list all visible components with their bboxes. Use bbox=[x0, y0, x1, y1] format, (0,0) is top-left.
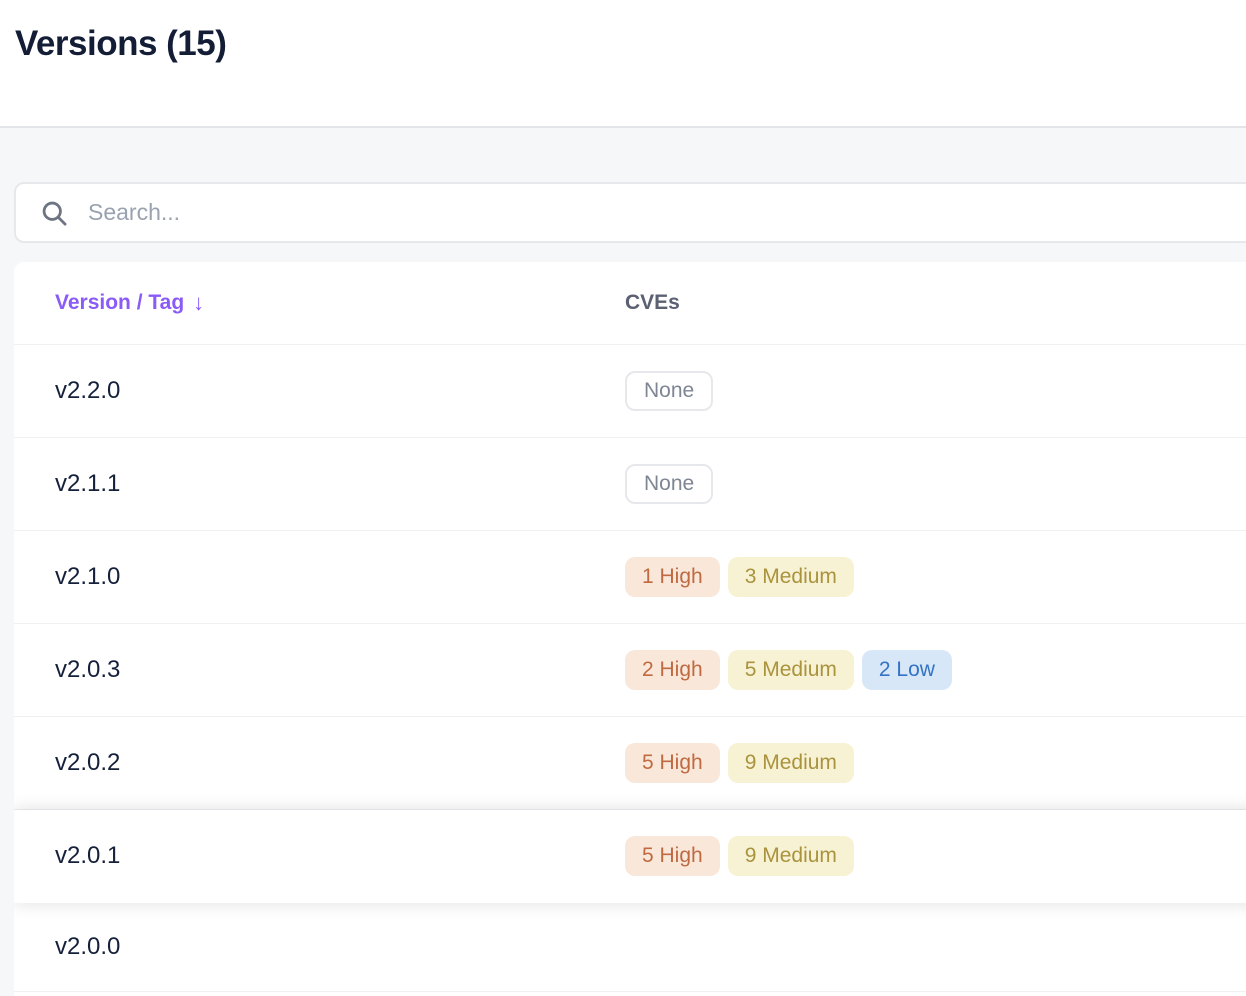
cve-badge-medium[interactable]: 9 Medium bbox=[727, 743, 854, 783]
table-row[interactable]: v2.2.0 None bbox=[14, 345, 1246, 438]
version-label: v2.0.2 bbox=[55, 749, 121, 776]
column-header-version-tag-label: Version / Tag bbox=[55, 291, 185, 314]
cve-badge-high[interactable]: 1 High bbox=[625, 557, 720, 597]
cve-badge-medium[interactable]: 3 Medium bbox=[727, 557, 854, 597]
cve-badge-high[interactable]: 2 High bbox=[625, 650, 720, 690]
cve-badges: None bbox=[625, 464, 721, 504]
cve-badge-high[interactable]: 5 High bbox=[625, 743, 720, 783]
table-row[interactable]: v2.0.0 bbox=[14, 903, 1246, 992]
versions-table: Version / Tag ↓ CVEs v2.2.0 None v2.1.1 … bbox=[14, 262, 1246, 996]
table-row[interactable]: v2.0.2 5 High 9 Medium bbox=[14, 717, 1246, 810]
version-label: v2.1.1 bbox=[55, 470, 121, 497]
version-label: v2.2.0 bbox=[55, 377, 121, 404]
column-header-version-tag[interactable]: Version / Tag ↓ bbox=[55, 290, 625, 316]
page-content: Version / Tag ↓ CVEs v2.2.0 None v2.1.1 … bbox=[0, 128, 1246, 996]
table-body: v2.2.0 None v2.1.1 None v2.1.0 1 High 3 M… bbox=[14, 345, 1246, 992]
cve-badges: 5 High 9 Medium bbox=[625, 836, 862, 876]
version-label: v2.0.0 bbox=[55, 933, 121, 960]
cve-badge-medium[interactable]: 9 Medium bbox=[727, 836, 854, 876]
table-row[interactable]: v2.0.1 5 High 9 Medium bbox=[14, 810, 1246, 903]
cve-badge-medium[interactable]: 5 Medium bbox=[727, 650, 854, 690]
cve-badge-low[interactable]: 2 Low bbox=[861, 650, 952, 690]
cve-badge-high[interactable]: 5 High bbox=[625, 836, 720, 876]
column-header-cves[interactable]: CVEs bbox=[625, 291, 680, 315]
table-row[interactable]: v2.1.1 None bbox=[14, 438, 1246, 531]
version-label: v2.0.3 bbox=[55, 656, 121, 683]
cve-badges: 5 High 9 Medium bbox=[625, 743, 862, 783]
cve-badges: 1 High 3 Medium bbox=[625, 557, 862, 597]
search-bar bbox=[14, 182, 1246, 243]
version-label: v2.0.1 bbox=[55, 842, 121, 869]
cve-badge-none[interactable]: None bbox=[625, 464, 714, 504]
table-row[interactable]: v2.1.0 1 High 3 Medium bbox=[14, 531, 1246, 624]
version-label: v2.1.0 bbox=[55, 563, 121, 590]
table-row[interactable]: v2.0.3 2 High 5 Medium 2 Low bbox=[14, 624, 1246, 717]
cve-badges: None bbox=[625, 371, 721, 411]
cve-badges: 2 High 5 Medium 2 Low bbox=[625, 650, 960, 690]
cve-badge-none[interactable]: None bbox=[625, 371, 714, 411]
table-header: Version / Tag ↓ CVEs bbox=[14, 262, 1246, 345]
page-header: Versions (15) bbox=[0, 0, 1246, 128]
sort-desc-icon: ↓ bbox=[193, 290, 205, 315]
page-title: Versions (15) bbox=[15, 24, 227, 63]
search-input[interactable] bbox=[14, 182, 1246, 243]
